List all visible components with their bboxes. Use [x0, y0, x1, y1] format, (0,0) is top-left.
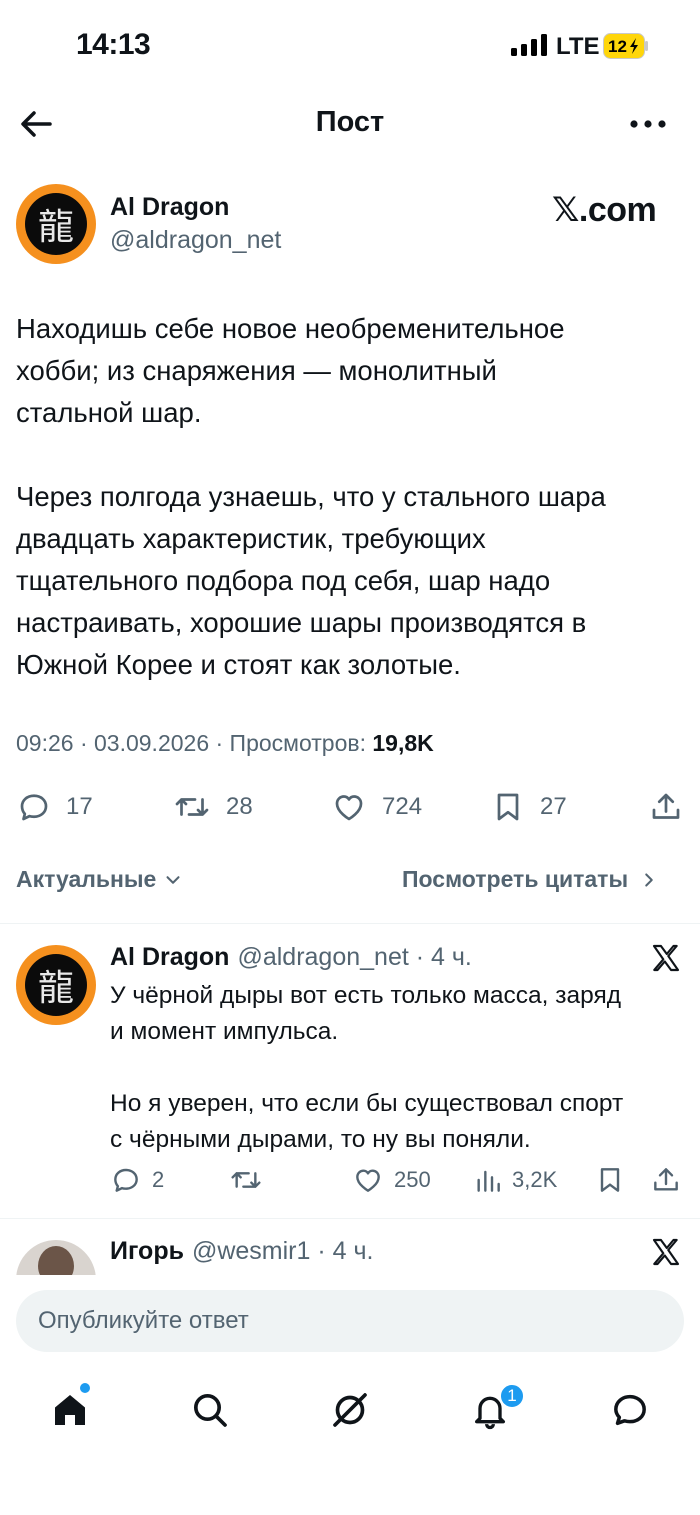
post-timestamp: 09:26 · 03.09.2026 · Просмотров: — [16, 730, 373, 756]
reply-views-count: 3,2K — [512, 1167, 558, 1192]
site-label: 𝕏.com — [552, 191, 657, 229]
reply-author-meta[interactable]: @aldragon_net · 4 ч. — [237, 943, 471, 972]
analytics-icon — [477, 1170, 500, 1192]
repost-button[interactable]: 28 — [172, 789, 253, 825]
divider — [0, 923, 700, 924]
reply-author-meta[interactable]: @wesmir1 · 4 ч. — [192, 1237, 373, 1266]
reply-text: У чёрной дыры вот есть только масса, зар… — [110, 982, 624, 1153]
chevron-right-icon — [645, 872, 653, 887]
reply-reply-count: 2 — [152, 1167, 165, 1192]
bookmark-count: 27 — [540, 793, 567, 820]
messages-icon[interactable] — [610, 1390, 650, 1430]
bookmark-icon — [497, 793, 519, 821]
post-meta: 09:26 · 03.09.2026 · Просмотров: 19,8K — [16, 730, 434, 757]
reply-icon — [114, 1168, 138, 1192]
battery-level: 12 — [608, 37, 627, 56]
avatar[interactable]: 龍 — [16, 184, 96, 264]
signal-icon — [511, 34, 547, 56]
heart-icon — [356, 1169, 380, 1192]
notifications-badge: 1 — [499, 1383, 525, 1409]
like-count: 724 — [382, 793, 423, 820]
view-quotes-label: Посмотреть цитаты — [402, 866, 629, 892]
x-logo-icon — [652, 944, 680, 972]
reply-placeholder[interactable]: Опубликуйте ответ — [38, 1307, 249, 1335]
reply-count: 17 — [66, 793, 93, 820]
share-icon[interactable] — [650, 1164, 682, 1196]
more-horizontal-icon[interactable] — [628, 110, 668, 138]
search-icon[interactable] — [190, 1390, 230, 1430]
divider — [0, 1218, 700, 1219]
page-title: Пост — [315, 106, 385, 138]
author-name[interactable]: Al Dragon — [110, 193, 229, 222]
reply-like-count: 250 — [394, 1167, 431, 1192]
reply-icon — [20, 794, 48, 821]
views-count[interactable]: 19,8K — [372, 730, 433, 756]
reply-header: Al Dragon @aldragon_net · 4 ч. — [110, 943, 472, 972]
like-button[interactable]: 724 — [330, 789, 422, 825]
reply-header: Игорь @wesmir1 · 4 ч. — [110, 1237, 373, 1266]
bookmark-icon[interactable] — [594, 1164, 626, 1196]
home-icon[interactable] — [50, 1390, 90, 1430]
network-label: LTE — [556, 33, 600, 60]
status-time: 14:13 — [76, 28, 151, 61]
reply-author-name[interactable]: Al Dragon — [110, 943, 229, 972]
sort-label: Актуальные — [16, 866, 157, 892]
share-icon[interactable] — [648, 789, 684, 825]
x-logo-icon — [652, 1238, 680, 1266]
reply-button[interactable]: 17 — [16, 789, 93, 825]
repost-count: 28 — [226, 793, 253, 820]
sort-dropdown[interactable]: Актуальные — [16, 866, 184, 893]
author-handle[interactable]: @aldragon_net — [110, 226, 281, 255]
view-quotes-link[interactable]: Посмотреть цитаты — [402, 866, 660, 893]
avatar-glyph: 龍 — [25, 954, 87, 1016]
grok-icon[interactable] — [330, 1390, 370, 1430]
heart-icon — [335, 795, 363, 821]
chevron-down-icon — [166, 875, 180, 884]
avatar-glyph: 龍 — [25, 193, 87, 255]
post-text: Находишь себе новое необременительное хо… — [16, 313, 606, 680]
bookmark-button[interactable]: 27 — [490, 789, 567, 825]
reply-like-button[interactable]: 250 — [352, 1164, 431, 1196]
home-unread-dot — [80, 1383, 90, 1393]
reply-repost-button[interactable] — [228, 1164, 274, 1196]
reply-reply-button[interactable]: 2 — [110, 1164, 164, 1196]
battery-icon: 12 — [603, 33, 649, 59]
repost-icon — [175, 798, 209, 816]
reply-author-name[interactable]: Игорь — [110, 1237, 184, 1266]
repost-icon — [231, 1172, 261, 1188]
reply-views-button[interactable]: 3,2K — [474, 1164, 557, 1196]
reply-avatar[interactable]: 龍 — [16, 945, 96, 1025]
